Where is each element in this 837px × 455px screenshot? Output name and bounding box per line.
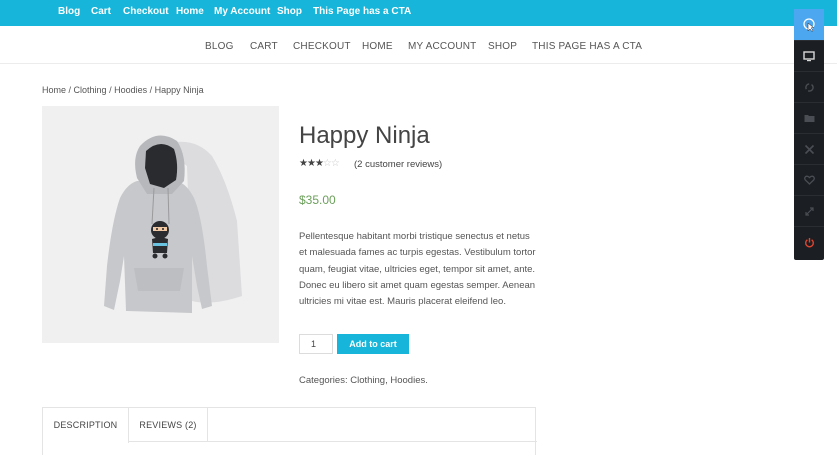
star-rating: ★★★☆☆ [299, 158, 340, 169]
star-filled-icon: ★ [299, 158, 308, 169]
breadcrumb-separator: / [66, 85, 74, 95]
sync-icon [804, 82, 814, 92]
nav-home[interactable]: HOME [362, 41, 393, 52]
display-button[interactable] [794, 40, 824, 71]
product-tabs: DESCRIPTION REVIEWS (2) [42, 407, 537, 455]
breadcrumb-home[interactable]: Home [42, 85, 66, 95]
expand-button[interactable] [794, 195, 824, 226]
product-title: Happy Ninja [299, 122, 430, 149]
folder-icon [804, 115, 814, 122]
monitor-icon [803, 51, 815, 62]
nav-cart[interactable]: CART [250, 41, 278, 52]
nav-cta-page[interactable]: THIS PAGE HAS A CTA [532, 41, 642, 52]
product-categories: Categories: Clothing, Hoodies. [299, 375, 428, 386]
category-end: . [425, 375, 428, 386]
star-filled-icon: ★ [314, 158, 324, 169]
categories-label: Categories: [299, 375, 351, 386]
folder-button[interactable] [794, 102, 824, 133]
product-price: $35.00 [299, 193, 336, 207]
cursor-button[interactable] [794, 9, 824, 40]
tab-reviews[interactable]: REVIEWS (2) [129, 408, 208, 442]
top-link-blog[interactable]: Blog [58, 6, 80, 17]
top-link-cart[interactable]: Cart [91, 6, 111, 17]
top-link-my-account[interactable]: My Account [214, 6, 270, 17]
expand-icon [804, 206, 814, 216]
nav-my-account[interactable]: MY ACCOUNT [408, 41, 477, 52]
breadcrumb-separator: / [147, 85, 155, 95]
add-to-cart-button[interactable]: Add to cart [337, 334, 409, 354]
nav-blog[interactable]: BLOG [205, 41, 234, 52]
breadcrumb-current: Happy Ninja [154, 85, 204, 95]
power-icon [804, 237, 814, 247]
right-toolbar [794, 9, 824, 260]
top-link-home[interactable]: Home [176, 6, 204, 17]
power-button[interactable] [794, 226, 824, 257]
star-filled-icon: ★ [306, 158, 316, 169]
breadcrumb-clothing[interactable]: Clothing [74, 85, 107, 95]
hoodie-illustration [104, 135, 242, 313]
product-description: Pellentesque habitant morbi tristique se… [299, 231, 536, 308]
top-link-shop[interactable]: Shop [277, 6, 302, 17]
star-empty-icon: ☆ [330, 158, 340, 169]
category-link-clothing[interactable]: Clothing [350, 375, 385, 386]
top-link-cta-page[interactable]: This Page has a CTA [313, 6, 411, 17]
quantity-input[interactable] [299, 334, 333, 354]
cursor-icon [803, 17, 815, 32]
tab-description[interactable]: DESCRIPTION [43, 408, 129, 443]
top-link-checkout[interactable]: Checkout [123, 6, 169, 17]
heart-icon [803, 175, 815, 185]
tools-icon [804, 144, 814, 154]
favorite-button[interactable] [794, 164, 824, 195]
customer-reviews-link[interactable]: (2 customer reviews) [354, 159, 442, 170]
main-navigation: BLOG CART CHECKOUT HOME MY ACCOUNT SHOP … [0, 26, 837, 64]
breadcrumb: Home / Clothing / Hoodies / Happy Ninja [42, 85, 204, 95]
product-image[interactable] [42, 106, 279, 343]
top-menu-bar: Blog Cart Checkout Home My Account Shop … [0, 0, 837, 26]
nav-shop[interactable]: SHOP [488, 41, 517, 52]
category-link-hoodies[interactable]: Hoodies [390, 375, 425, 386]
breadcrumb-hoodies[interactable]: Hoodies [114, 85, 147, 95]
breadcrumb-separator: / [106, 85, 115, 95]
star-empty-icon: ☆ [322, 158, 332, 169]
tools-button[interactable] [794, 133, 824, 164]
sync-button[interactable] [794, 71, 824, 102]
nav-checkout[interactable]: CHECKOUT [293, 41, 351, 52]
